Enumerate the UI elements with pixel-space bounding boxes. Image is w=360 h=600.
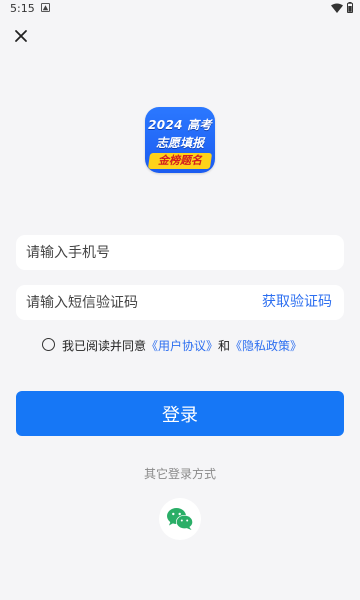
notification-icon bbox=[41, 3, 50, 12]
close-icon bbox=[15, 30, 27, 42]
close-button[interactable] bbox=[12, 27, 30, 45]
logo-line2: 志愿填报 bbox=[155, 136, 204, 150]
logo-line1: 2024 高考 bbox=[148, 118, 212, 132]
sms-code-field: 获取验证码 bbox=[16, 285, 344, 320]
battery-icon bbox=[347, 2, 353, 13]
status-time: 5:15 bbox=[10, 2, 35, 15]
agreement-radio[interactable] bbox=[42, 338, 55, 351]
agreement-text: 我已阅读并同意《用户协议》和《隐私政策》 bbox=[62, 337, 302, 354]
sms-code-input[interactable] bbox=[26, 285, 246, 320]
other-login-label: 其它登录方式 bbox=[143, 467, 216, 481]
get-code-button[interactable]: 获取验证码 bbox=[262, 285, 332, 320]
phone-field bbox=[16, 235, 344, 270]
phone-input[interactable] bbox=[26, 235, 246, 270]
wechat-icon bbox=[167, 508, 193, 530]
agreement-conjunction: 和 bbox=[218, 339, 231, 353]
logo-ribbon-text: 金榜题名 bbox=[158, 154, 202, 167]
agreement-prefix: 我已阅读并同意 bbox=[62, 339, 147, 353]
user-agreement-link[interactable]: 《用户协议》 bbox=[146, 339, 218, 353]
login-button[interactable]: 登录 bbox=[16, 391, 344, 436]
logo-ribbon: 金榜题名 bbox=[147, 153, 213, 169]
privacy-policy-link[interactable]: 《隐私政策》 bbox=[230, 339, 302, 353]
wifi-icon bbox=[331, 3, 343, 13]
wechat-login-button[interactable] bbox=[159, 498, 201, 540]
status-bar: 5:15 bbox=[0, 0, 360, 18]
app-logo: 2024 高考 志愿填报 金榜题名 bbox=[145, 107, 215, 173]
